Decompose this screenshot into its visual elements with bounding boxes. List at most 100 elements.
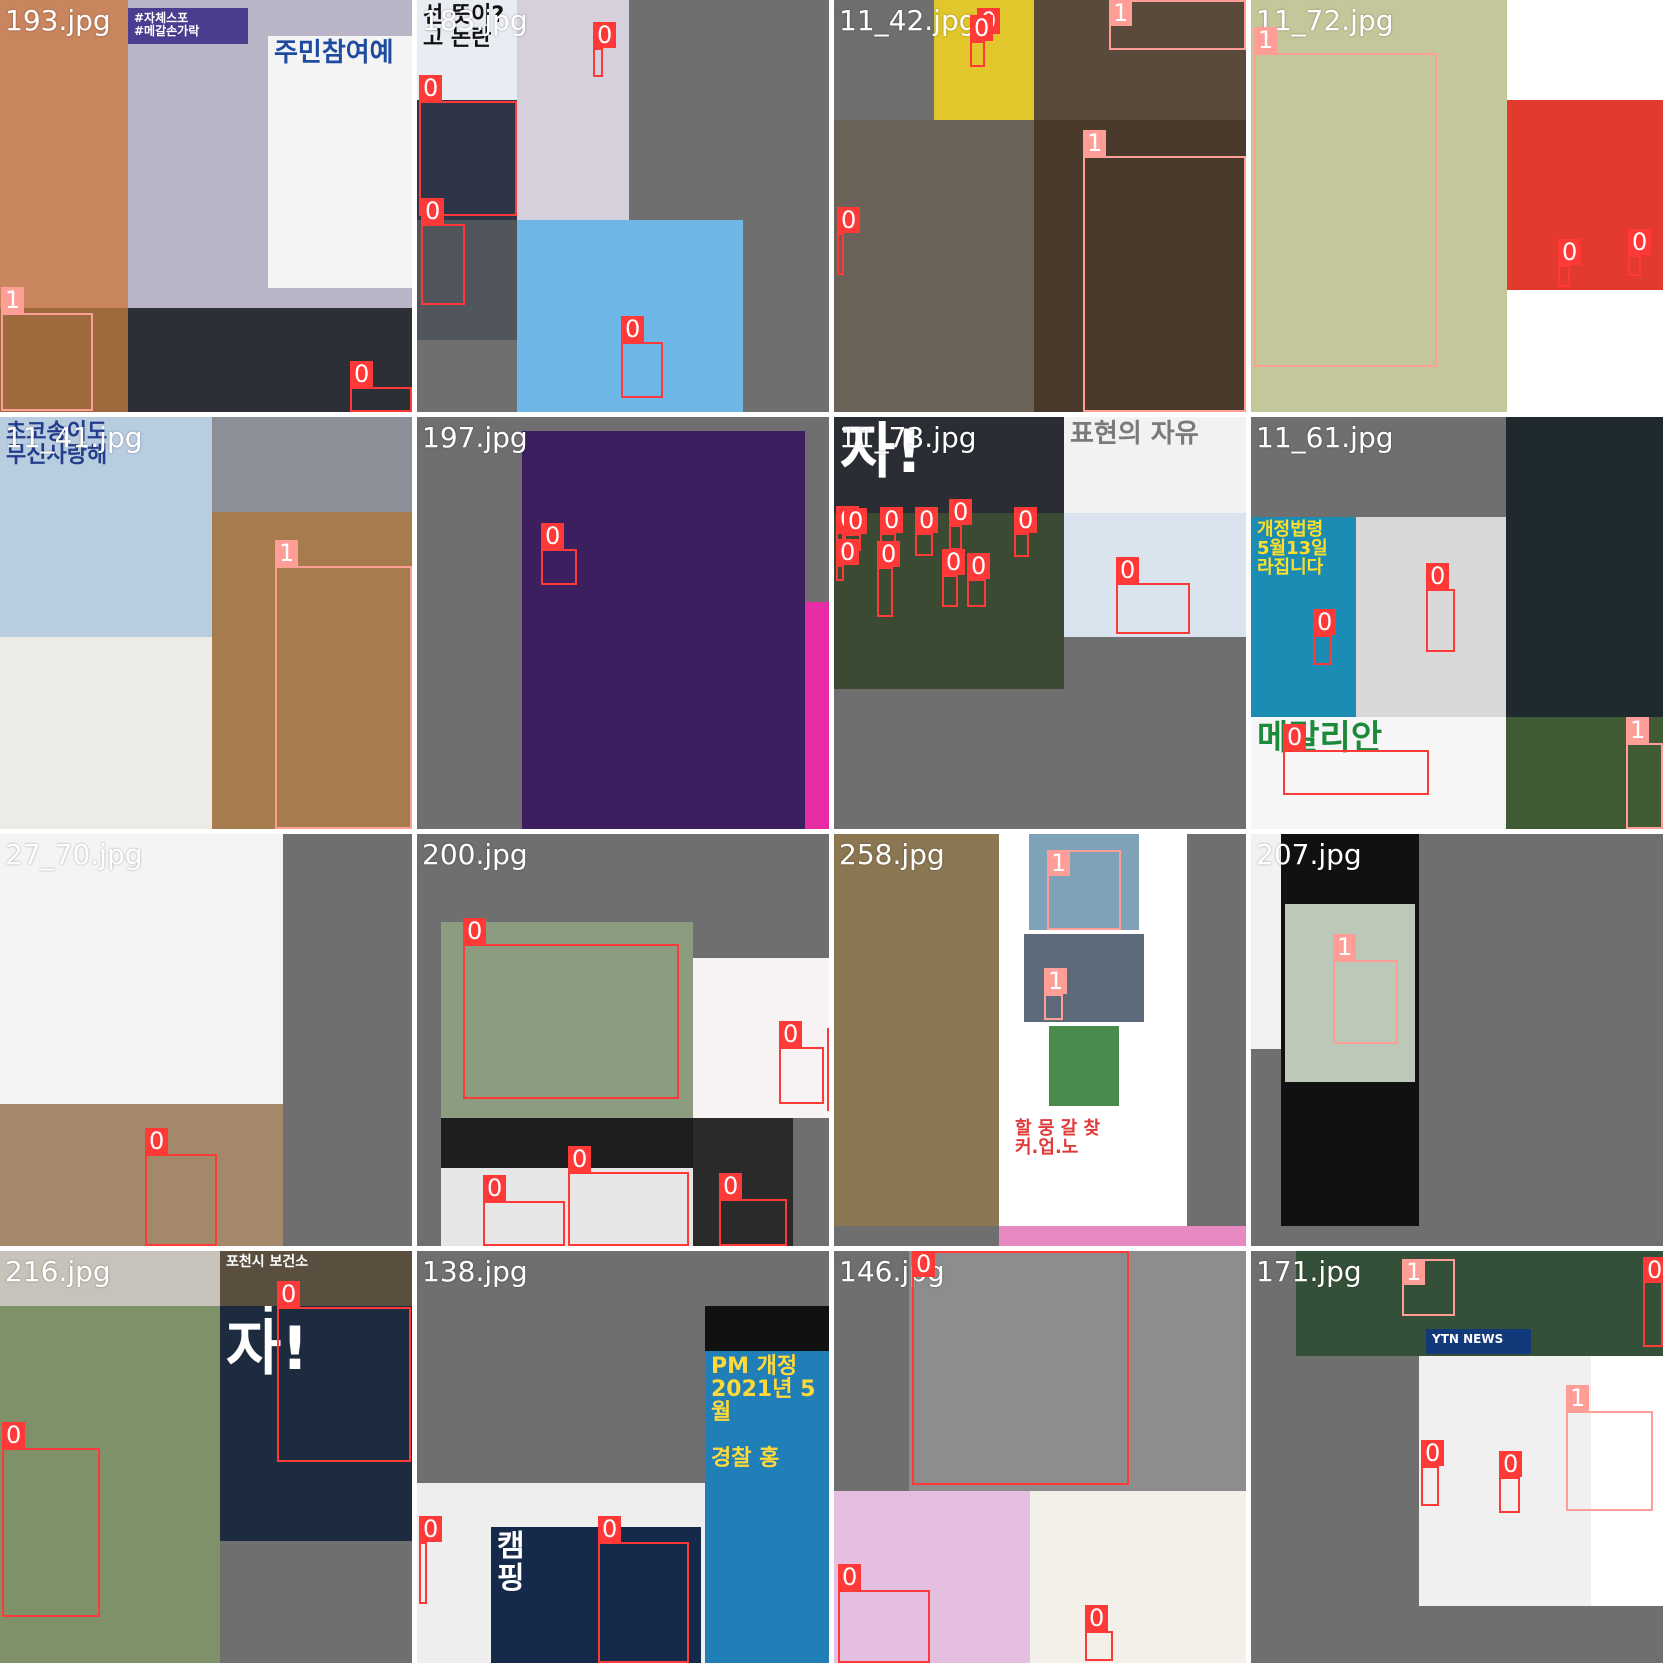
photo-region bbox=[999, 1226, 1246, 1246]
detection-box: 1 bbox=[1109, 0, 1246, 50]
detection-box: 0 bbox=[598, 1516, 689, 1663]
class-label: 0 bbox=[2, 1422, 26, 1448]
class-label: 0 bbox=[949, 499, 973, 525]
detection-box: 1 bbox=[1566, 1385, 1653, 1511]
photo-text: YTN NEWS bbox=[1432, 1332, 1504, 1346]
class-label: 0 bbox=[880, 507, 904, 533]
detection-box: 1 bbox=[275, 540, 412, 829]
class-label: 0 bbox=[1116, 557, 1140, 583]
class-label: 1 bbox=[1047, 850, 1071, 876]
tile-filename: 183.jpg bbox=[422, 4, 528, 37]
photo-region bbox=[522, 431, 805, 829]
class-label: 0 bbox=[1313, 609, 1337, 635]
mosaic-tile: 1 0 0 11_72.jpg bbox=[1251, 0, 1663, 412]
detection-box: 0 bbox=[2, 1422, 100, 1617]
mosaic-tile: 개정법령 5월13일 라집니다 메갈리안 0 0 0 1 11_61.jpg bbox=[1251, 417, 1663, 829]
mosaic-tile: 자!표현의 자유0000000000011_73.jpg bbox=[834, 417, 1246, 829]
tile-filename: 197.jpg bbox=[422, 421, 528, 454]
detection-box: 0 bbox=[421, 198, 465, 305]
detection-box: 0 bbox=[1643, 1257, 1663, 1347]
mosaic-tile: 000000200.jpg bbox=[417, 834, 829, 1246]
detection-box: 0 bbox=[1116, 557, 1190, 634]
detection-box: 0 bbox=[1499, 1451, 1523, 1513]
detection-box: 0 bbox=[1014, 507, 1038, 557]
detection-box: 0 bbox=[967, 553, 991, 607]
detection-box: 0 bbox=[877, 541, 901, 617]
class-label: 0 bbox=[719, 1173, 743, 1199]
detection-box: 0 bbox=[1421, 1440, 1445, 1506]
class-label: 0 bbox=[844, 508, 868, 534]
mosaic-tile: 0 197.jpg bbox=[417, 417, 829, 829]
photo-region bbox=[1030, 1491, 1246, 1663]
photo-region bbox=[0, 637, 212, 829]
detection-box: 0 bbox=[1628, 229, 1652, 276]
class-label: 1 bbox=[1254, 27, 1278, 53]
tile-filename: 11_41.jpg bbox=[5, 421, 143, 454]
detection-box: 0 bbox=[541, 523, 577, 585]
photo-region bbox=[805, 602, 829, 829]
class-label: 1 bbox=[1402, 1259, 1426, 1285]
detection-box: 0 bbox=[277, 1281, 411, 1462]
mosaic-tile: 초코송이도 무신사랑해 1 11_41.jpg bbox=[0, 417, 412, 829]
photo-text: 표현의 자유 bbox=[1070, 419, 1199, 449]
detection-box: 0 bbox=[1558, 239, 1582, 287]
detection-box: 0 bbox=[483, 1175, 565, 1246]
class-label: 0 bbox=[1283, 724, 1307, 750]
class-label: 0 bbox=[970, 15, 994, 41]
tile-filename: 200.jpg bbox=[422, 838, 528, 871]
mosaic-tile: 0 27_70.jpg bbox=[0, 834, 412, 1246]
tile-filename: 11_73.jpg bbox=[839, 421, 977, 454]
mosaic-tile: 캠 핑 PM 개정 2021년 5월 경찰 홍 0 0 138.jpg bbox=[417, 1251, 829, 1663]
detection-box: 0 bbox=[1283, 724, 1429, 795]
class-label: 0 bbox=[568, 1146, 592, 1172]
detection-box: 0 bbox=[915, 507, 939, 556]
photo-text: 개정법령 5월13일 라집니다 bbox=[1257, 519, 1328, 578]
detection-box: 0 bbox=[593, 22, 617, 77]
photo-region bbox=[1049, 1026, 1119, 1106]
class-label: 0 bbox=[877, 541, 901, 567]
photo-region bbox=[834, 120, 1034, 412]
detection-box: 0 bbox=[568, 1146, 689, 1246]
class-label: 0 bbox=[837, 207, 861, 233]
tile-filename: 193.jpg bbox=[5, 4, 111, 37]
detection-box: 0 bbox=[949, 499, 973, 550]
tile-filename: 171.jpg bbox=[1256, 1255, 1362, 1288]
tile-filename: 258.jpg bbox=[839, 838, 945, 871]
photo-text: PM 개정 2021년 5월 경찰 홍 bbox=[711, 1354, 816, 1472]
detection-box: 0 bbox=[912, 1251, 1129, 1485]
class-label: 0 bbox=[967, 553, 991, 579]
tile-filename: 11_61.jpg bbox=[1256, 421, 1394, 454]
detection-box: 1 bbox=[1402, 1259, 1455, 1316]
class-label: 0 bbox=[827, 1028, 829, 1054]
photo-region bbox=[1507, 290, 1663, 412]
class-label: 1 bbox=[275, 540, 299, 566]
photo-text: 할 뭉 갈 찾 커.업.노 bbox=[1015, 1118, 1101, 1158]
class-label: 0 bbox=[1499, 1451, 1523, 1477]
photo-region bbox=[441, 1118, 693, 1168]
class-label: 0 bbox=[277, 1281, 301, 1307]
detection-box: 0 bbox=[350, 361, 412, 412]
photo-region bbox=[834, 834, 999, 1226]
detection-box: 0 bbox=[1085, 1605, 1113, 1661]
photo-region: 표현의 자유 bbox=[1064, 417, 1246, 513]
mosaic-tile: 1 207.jpg bbox=[1251, 834, 1663, 1246]
class-label: 0 bbox=[1421, 1440, 1445, 1466]
mosaic-tile: 가 자!포천시 보건소00216.jpg bbox=[0, 1251, 412, 1663]
class-label: 0 bbox=[836, 539, 860, 565]
class-label: 0 bbox=[145, 1128, 169, 1154]
class-label: 1 bbox=[1566, 1385, 1590, 1411]
class-label: 0 bbox=[942, 549, 966, 575]
class-label: 1 bbox=[1, 287, 25, 313]
class-label: 1 bbox=[1044, 968, 1068, 994]
class-label: 0 bbox=[1643, 1257, 1663, 1283]
class-label: 0 bbox=[541, 523, 565, 549]
tile-filename: 216.jpg bbox=[5, 1255, 111, 1288]
photo-region bbox=[1506, 417, 1663, 717]
detection-box: 1 bbox=[1083, 130, 1246, 412]
class-label: 0 bbox=[1085, 1605, 1109, 1631]
photo-region: 개정법령 5월13일 라집니다 bbox=[1251, 517, 1356, 717]
class-label: 1 bbox=[1333, 934, 1357, 960]
photo-text: 포천시 보건소 bbox=[226, 1254, 309, 1270]
detection-box: 1 bbox=[1254, 27, 1437, 367]
detection-box: 1 bbox=[1047, 850, 1121, 930]
